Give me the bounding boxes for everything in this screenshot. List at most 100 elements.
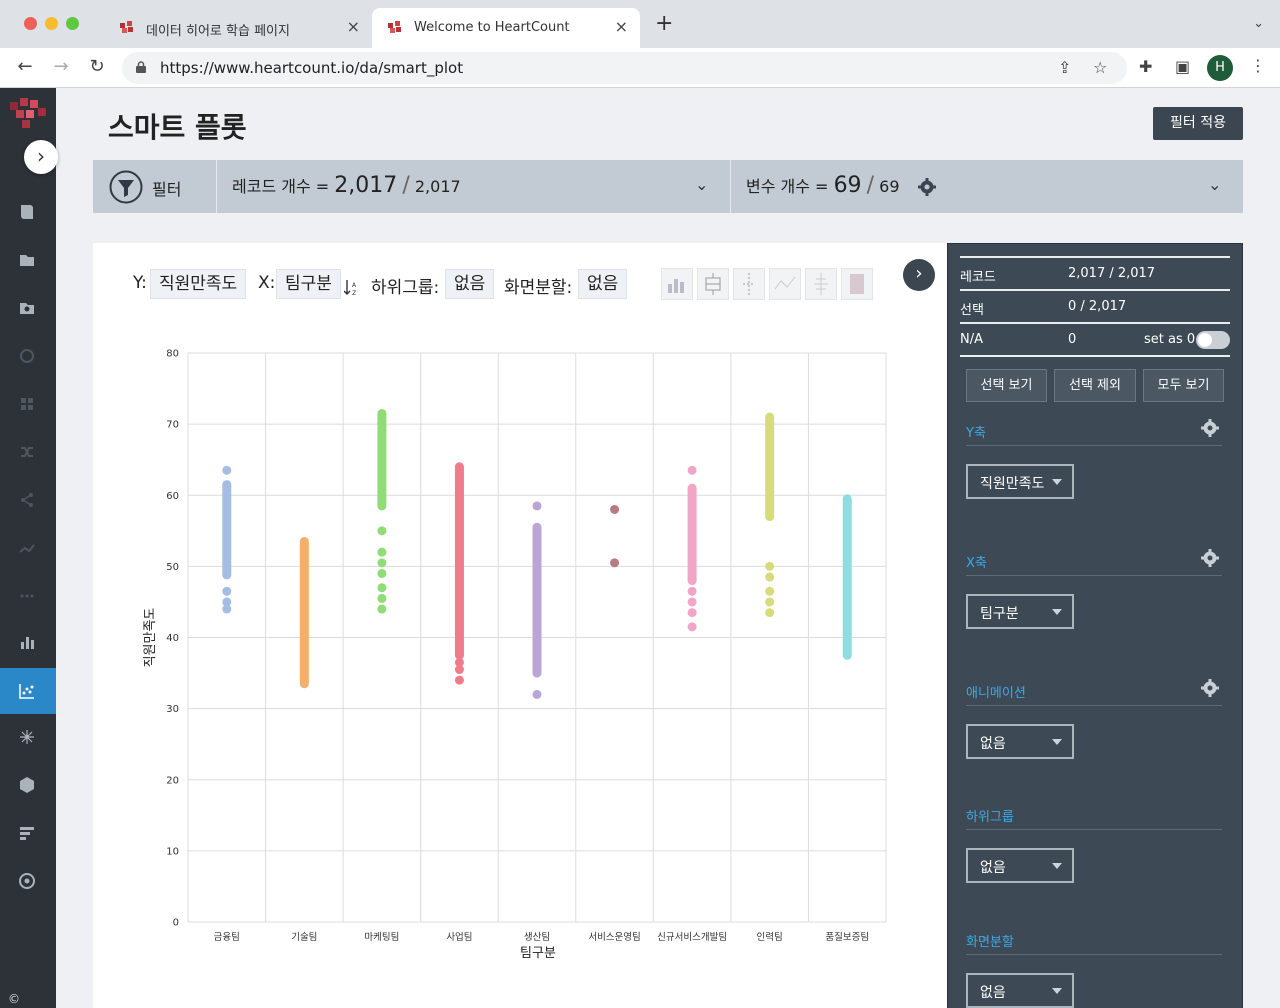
gear-icon[interactable] <box>1200 678 1220 698</box>
heatmap-tool-button[interactable] <box>841 268 873 300</box>
y-tick-label: 60 <box>166 491 179 502</box>
minimize-window-button[interactable] <box>45 17 58 30</box>
selection-row: 선택 0 / 2,017 <box>960 289 1230 322</box>
data-point <box>687 622 697 632</box>
y-tick-label: 70 <box>166 420 179 431</box>
svg-text:Z: Z <box>352 290 356 297</box>
expand-sidebar-button[interactable]: › <box>24 140 58 174</box>
trend-icon[interactable] <box>16 537 38 559</box>
subgroup-select[interactable]: 없음 <box>966 848 1074 883</box>
split-select[interactable]: 없음 <box>966 973 1074 1008</box>
variable-count-separator: / <box>866 173 875 198</box>
url-text: https://www.heartcount.io/da/smart_plot <box>160 59 464 77</box>
address-bar[interactable]: https://www.heartcount.io/da/smart_plot … <box>122 52 1127 84</box>
gear-icon[interactable] <box>917 177 937 197</box>
record-count-selected: 2,017 <box>334 173 398 198</box>
variable-count-text: 변수 개수 = 69 / 69 <box>746 173 900 198</box>
next-panel-button[interactable]: › <box>903 259 935 291</box>
extensions-puzzle-icon[interactable]: ✚ <box>1139 57 1152 76</box>
data-point <box>687 608 697 618</box>
data-point <box>687 465 697 475</box>
y-tick-label: 0 <box>173 918 179 929</box>
data-point <box>765 597 775 607</box>
share-icon[interactable]: ⇪ <box>1058 58 1071 77</box>
data-point <box>532 689 542 699</box>
close-tab-icon[interactable]: × <box>615 17 628 36</box>
close-window-button[interactable] <box>24 17 37 30</box>
section-title: 애니메이션 <box>966 686 1026 701</box>
zoom-window-button[interactable] <box>66 17 79 30</box>
folder-icon[interactable] <box>16 249 38 271</box>
tab-heartcount[interactable]: Welcome to HeartCount × <box>372 8 640 48</box>
shuffle-icon[interactable] <box>16 441 38 463</box>
gear-icon[interactable] <box>1200 548 1220 568</box>
heartcount-logo-icon[interactable] <box>8 96 48 132</box>
y-axis-title: 직원만족도 <box>143 608 158 668</box>
data-point <box>687 597 697 607</box>
bar-chart-tool-button[interactable] <box>661 268 693 300</box>
gauge-icon[interactable] <box>16 345 38 367</box>
back-button[interactable]: ← <box>13 56 37 77</box>
dots-icon[interactable] <box>16 585 38 607</box>
tab-data-hero[interactable]: 데이터 히어로 학습 페이지 × <box>104 8 372 48</box>
split-label: 화면분할: <box>504 278 573 298</box>
x-variable-chip[interactable]: 팀구분 <box>276 269 341 299</box>
x-axis-title: 팀구분 <box>520 946 556 961</box>
data-point <box>610 558 620 568</box>
side-panel-icon[interactable]: ▣ <box>1175 57 1190 76</box>
data-point <box>377 526 387 536</box>
x-tick-label: 신규서비스개발팀 <box>657 931 727 943</box>
record-count-dropdown[interactable]: 레코드 개수 = 2,017 / 2,017 ⌄ <box>217 160 731 213</box>
boxplot-tool-button[interactable] <box>697 268 729 300</box>
variable-count-dropdown[interactable]: 변수 개수 = 69 / 69 ⌄ <box>731 160 1243 213</box>
filter-toggle[interactable]: 필터 <box>93 160 217 213</box>
data-point <box>222 597 232 607</box>
section-title: 화면분할 <box>966 935 1014 950</box>
horizontal-bars-icon[interactable] <box>16 822 38 844</box>
tab-search-chevron-icon[interactable]: ⌄ <box>1253 16 1264 31</box>
y-tick-label: 10 <box>166 846 179 857</box>
heartcount-favicon-icon <box>388 21 401 33</box>
book-icon[interactable] <box>16 201 38 223</box>
settings-badge-icon[interactable] <box>16 870 38 892</box>
split-chip[interactable]: 없음 <box>578 269 628 299</box>
show-all-button[interactable]: 모두 보기 <box>1143 369 1224 402</box>
data-point <box>765 608 775 618</box>
caret-down-icon <box>1052 609 1062 615</box>
sort-az-icon[interactable]: A Z <box>344 279 358 297</box>
new-tab-button[interactable]: + <box>655 13 673 35</box>
cube-icon[interactable] <box>16 774 38 796</box>
y-axis-select[interactable]: 직원만족도 <box>966 464 1074 499</box>
x-tick-label: 마케팅팀 <box>364 931 399 943</box>
show-selection-button[interactable]: 선택 보기 <box>966 369 1047 402</box>
data-point <box>687 586 697 596</box>
camera-folder-icon[interactable] <box>16 297 38 319</box>
network-icon[interactable] <box>16 726 38 748</box>
select-value: 없음 <box>980 736 1006 752</box>
share-nodes-icon[interactable] <box>16 489 38 511</box>
reload-button[interactable]: ↻ <box>85 56 109 77</box>
violin-tool-button[interactable] <box>805 268 837 300</box>
set-as-zero-toggle[interactable] <box>1196 331 1230 349</box>
apply-filter-button[interactable]: 필터 적용 <box>1153 107 1243 140</box>
subgroup-chip[interactable]: 없음 <box>445 269 495 299</box>
lock-icon <box>136 61 146 73</box>
close-tab-icon[interactable]: × <box>347 17 360 36</box>
strip-plot-tool-button[interactable] <box>733 268 765 300</box>
bookmark-star-icon[interactable]: ☆ <box>1093 58 1107 77</box>
forward-button[interactable]: → <box>49 56 73 77</box>
data-point <box>532 501 542 511</box>
scatter-plot-icon <box>19 684 34 699</box>
profile-avatar[interactable]: H <box>1207 55 1233 81</box>
y-variable-chip[interactable]: 직원만족도 <box>150 269 247 299</box>
line-plot-tool-button[interactable] <box>769 268 801 300</box>
gear-icon[interactable] <box>1200 418 1220 438</box>
dashboard-icon[interactable] <box>16 393 38 415</box>
animation-select[interactable]: 없음 <box>966 724 1074 759</box>
x-axis-select[interactable]: 팀구분 <box>966 594 1074 629</box>
browser-menu-icon[interactable]: ⋮ <box>1250 56 1266 75</box>
exclude-selection-button[interactable]: 선택 제외 <box>1054 369 1136 402</box>
bar-chart-icon[interactable] <box>16 631 38 653</box>
sidebar-item-smart-plot[interactable] <box>0 668 56 714</box>
strip-plot-icon <box>743 273 755 295</box>
